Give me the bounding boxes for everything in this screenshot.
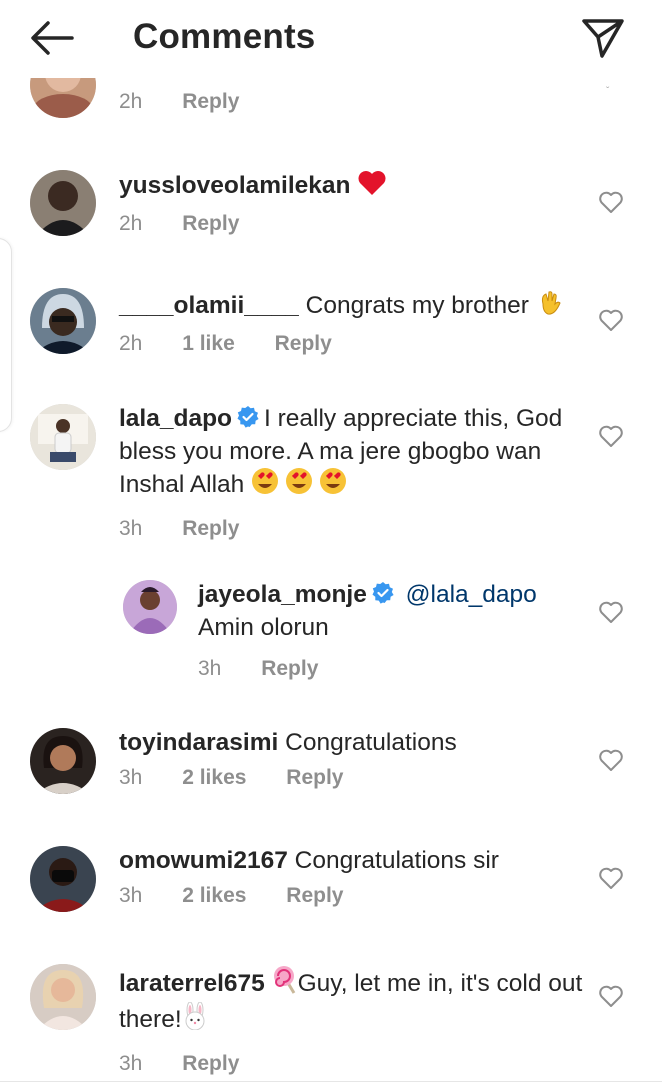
comment-time: 2h	[119, 332, 143, 355]
reply-button[interactable]: Reply	[182, 1052, 239, 1076]
arrow-left-icon	[31, 21, 74, 55]
comment-username[interactable]: lala_dapo	[119, 405, 232, 432]
comment-username[interactable]: omowumi2167	[119, 847, 288, 874]
comment-text: Congratulations sir	[294, 847, 499, 874]
avatar[interactable]	[30, 170, 96, 236]
heart-outline-icon[interactable]	[598, 600, 624, 624]
scroll-indicator: ˇ	[606, 86, 610, 97]
heart-outline-icon[interactable]	[598, 424, 624, 448]
page-title: Comments	[133, 17, 316, 56]
reply-button[interactable]: Reply	[275, 332, 332, 356]
avatar[interactable]	[30, 964, 96, 1030]
divider	[0, 1081, 662, 1082]
verified-badge-icon	[371, 581, 395, 613]
comment-username[interactable]: laraterrel675	[119, 970, 265, 997]
heart-outline-icon[interactable]	[598, 190, 624, 214]
reply-button[interactable]: Reply	[286, 884, 343, 908]
rabbit-face-emoji	[182, 1001, 208, 1038]
comment-text: Congrats my brother	[305, 292, 529, 319]
heart-eyes-emoji	[251, 467, 347, 503]
reply-button[interactable]: Reply	[182, 212, 239, 236]
likes-count[interactable]: 1 like	[182, 332, 235, 356]
back-button[interactable]	[26, 18, 78, 58]
comment-time: 3h	[119, 517, 143, 540]
comment-username[interactable]: ____olamii____	[119, 292, 299, 319]
reply-button[interactable]: Reply	[182, 517, 239, 541]
waving-hand-emoji	[536, 288, 564, 324]
comment-text: Congratulations	[285, 729, 457, 756]
comment-time: 3h	[119, 884, 143, 907]
comment-time: 3h	[119, 766, 143, 789]
comment-time: 2h	[119, 212, 143, 235]
comment-username[interactable]: jayeola_monje	[198, 581, 367, 608]
avatar[interactable]	[30, 846, 96, 912]
reply-button[interactable]: Reply	[286, 766, 343, 790]
comment-time: 3h	[198, 657, 222, 680]
verified-badge-icon	[236, 405, 260, 437]
paper-plane-icon	[582, 19, 624, 58]
reply-button[interactable]: Reply	[182, 90, 239, 114]
share-button[interactable]	[580, 16, 626, 62]
comment-username[interactable]: yussloveolamilekan	[119, 172, 351, 199]
red-heart-emoji	[357, 170, 387, 204]
heart-outline-icon[interactable]	[598, 866, 624, 890]
comment-time: 2h	[119, 90, 143, 113]
side-panel-handle[interactable]	[0, 238, 12, 432]
header-bar: Comments	[0, 0, 662, 78]
avatar[interactable]	[30, 728, 96, 794]
heart-outline-icon[interactable]	[598, 984, 624, 1008]
comment-username[interactable]: toyindarasimi	[119, 729, 278, 756]
heart-outline-icon[interactable]	[598, 308, 624, 332]
likes-count[interactable]: 2 likes	[182, 884, 246, 908]
avatar[interactable]	[30, 288, 96, 354]
heart-outline-icon[interactable]	[598, 748, 624, 772]
reply-button[interactable]: Reply	[261, 657, 318, 681]
avatar[interactable]	[123, 580, 177, 634]
comment-text: Amin olorun	[198, 614, 329, 641]
comment-time: 3h	[119, 1052, 143, 1075]
avatar[interactable]	[30, 404, 96, 470]
lollipop-emoji	[272, 964, 298, 1002]
likes-count[interactable]: 2 likes	[182, 766, 246, 790]
mention-link[interactable]: @lala_dapo	[406, 581, 537, 608]
